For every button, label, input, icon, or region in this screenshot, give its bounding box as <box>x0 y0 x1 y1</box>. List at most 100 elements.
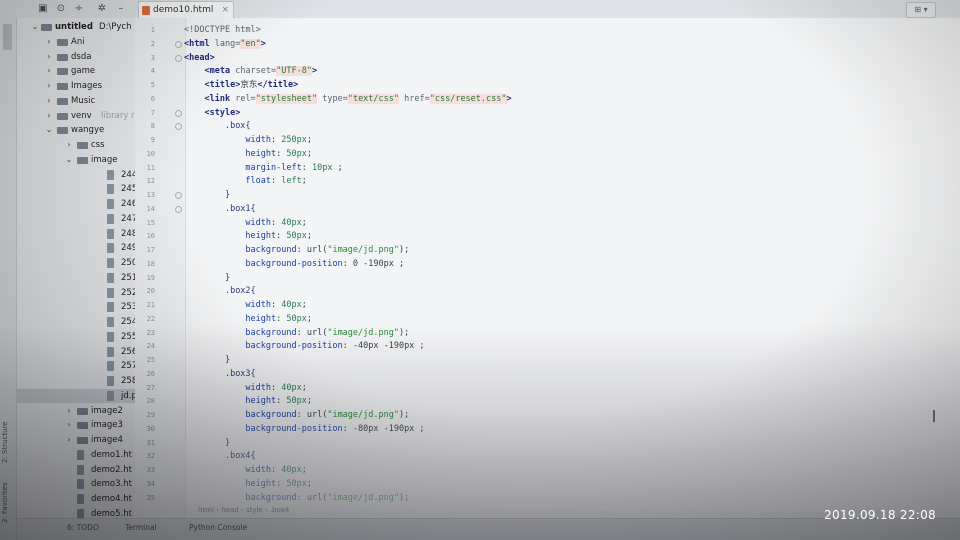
fold-marker-icon[interactable] <box>175 192 182 199</box>
tree-folder[interactable]: › venv library r <box>17 109 135 123</box>
structure-tool-tab[interactable]: 2: Structure <box>1 413 15 463</box>
fold-marker-icon[interactable] <box>175 54 182 62</box>
tree-file[interactable]: demo3.ht <box>17 477 135 491</box>
tree-file[interactable]: demo5.ht <box>17 507 135 518</box>
folder-icon <box>77 142 88 149</box>
gear-icon[interactable]: ✲ <box>95 2 109 16</box>
chevron-right-icon[interactable]: › <box>45 35 53 49</box>
code-line: height: 50px; <box>245 478 312 489</box>
chevron-right-icon[interactable]: › <box>45 64 53 78</box>
chevron-right-icon[interactable]: › <box>65 433 73 447</box>
tree-folder[interactable]: ⌄ image <box>17 153 135 167</box>
code-line: } <box>224 355 231 365</box>
tree-file[interactable]: 258.gi <box>17 374 135 388</box>
chevron-right-icon[interactable]: › <box>65 418 73 432</box>
tree-file[interactable]: 256.gi <box>17 345 135 359</box>
chevron-down-icon: ⌄ <box>31 22 39 31</box>
tree-file[interactable]: 247.gi <box>17 212 135 226</box>
tree-file[interactable]: 253.gi <box>17 300 135 314</box>
tree-item-label: 256.gi <box>121 346 135 357</box>
fold-marker-icon[interactable] <box>175 205 182 213</box>
tree-file[interactable]: 257.gi <box>17 359 135 373</box>
file-icon <box>107 390 114 401</box>
root-label: untitled <box>55 22 93 32</box>
tree-file[interactable]: demo1.ht <box>17 448 135 462</box>
tree-folder[interactable]: ⌄ wangye <box>17 123 135 137</box>
tree-file[interactable]: 251.gi <box>17 271 135 285</box>
code-line: background: url("image/jd.png"); <box>245 245 410 255</box>
tab-todo[interactable]: 6: TODO <box>67 523 99 532</box>
tree-file[interactable]: 249.gi <box>17 241 135 255</box>
tree-file[interactable]: 246.gi <box>17 197 135 211</box>
folder-icon <box>41 24 52 31</box>
code-line: background: url("image/jd.png"); <box>245 410 410 420</box>
left-tool-strip: 2: Structure 2: Favorites <box>0 18 17 540</box>
tree-item-label: dsda <box>71 51 92 62</box>
chevron-right-icon[interactable]: › <box>65 138 73 152</box>
code-line: height: 50px; <box>245 231 312 242</box>
tree-folder[interactable]: › image2 <box>17 404 135 418</box>
fold-marker-icon[interactable] <box>175 40 182 48</box>
tree-file[interactable]: 250.gi <box>17 256 135 270</box>
layout-button[interactable]: ⊞ ▾ <box>906 2 936 18</box>
file-icon <box>77 464 84 475</box>
tree-item-label: css <box>91 140 105 150</box>
file-icon <box>107 184 114 195</box>
chevron-down-icon[interactable]: ⌄ <box>45 123 53 137</box>
chevron-right-icon[interactable]: › <box>45 50 53 64</box>
tree-folder[interactable]: › css <box>17 138 135 152</box>
minimize-icon[interactable]: – <box>114 2 128 16</box>
tree-file[interactable]: 248.gi <box>17 227 135 241</box>
tab-terminal[interactable]: Terminal <box>125 523 157 532</box>
tree-file[interactable]: demo2.ht <box>17 463 135 477</box>
line-number: 13 <box>146 191 155 199</box>
project-tool-tab[interactable] <box>3 24 12 50</box>
code-line: height: 50px; <box>245 396 312 407</box>
tree-file[interactable]: 255.gi <box>17 330 135 344</box>
chevron-right-icon[interactable]: › <box>45 109 53 123</box>
tree-file[interactable]: 254.gi <box>17 315 135 329</box>
line-number: 18 <box>146 259 155 268</box>
tree-file[interactable]: jd.png <box>17 388 135 403</box>
tree-folder[interactable]: › game <box>17 64 135 78</box>
line-number: 12 <box>146 177 155 186</box>
tree-item-label: demo4.ht <box>91 494 132 504</box>
tab-demo10[interactable]: demo10.html × <box>138 1 234 18</box>
fold-marker-icon[interactable] <box>175 109 182 117</box>
tree-root[interactable]: ⌄ untitled D:\Pych <box>17 20 135 34</box>
chevron-right-icon[interactable]: › <box>45 94 53 108</box>
line-number: 3 <box>150 53 155 62</box>
code-line: background-position: -80px -190px ; <box>245 423 425 434</box>
fold-marker-icon[interactable] <box>175 123 182 131</box>
tree-file[interactable]: demo4.ht <box>17 492 135 506</box>
chevron-right-icon[interactable]: › <box>45 79 53 93</box>
tree-file[interactable]: 245.gi <box>17 182 135 196</box>
tree-file[interactable]: 244.gi <box>17 168 135 182</box>
tree-folder[interactable]: › image4 <box>17 433 135 447</box>
close-icon[interactable]: × <box>221 2 229 19</box>
code-line: <link rel="stylesheet" type="text/css" h… <box>204 93 512 104</box>
line-number: 4 <box>150 67 155 76</box>
line-number: 31 <box>146 438 155 447</box>
chevron-right-icon[interactable]: › <box>65 404 73 418</box>
tree-item-label: 255.gi <box>121 331 135 342</box>
tree-folder[interactable]: › Ani <box>17 35 135 49</box>
tree-folder[interactable]: › Music <box>17 94 135 108</box>
chevron-down-icon[interactable]: ⌄ <box>65 153 73 167</box>
file-icon <box>77 508 84 518</box>
breadcrumb[interactable]: html › head › style › .box4 <box>198 506 289 514</box>
tab-python-console[interactable]: Python Console <box>189 523 247 532</box>
collapse-icon[interactable]: ÷ <box>72 2 86 16</box>
tree-folder[interactable]: › image3 <box>17 418 135 432</box>
tree-folder[interactable]: › dsda <box>17 50 135 64</box>
tree-file[interactable]: 252.gi <box>17 286 135 300</box>
favorites-tool-tab[interactable]: 2: Favorites <box>1 473 15 523</box>
code-line: height: 50px; <box>245 313 312 324</box>
project-icon[interactable]: ▣ <box>36 2 50 16</box>
line-number: 19 <box>146 273 155 282</box>
tree-folder[interactable]: › Images <box>17 79 135 93</box>
file-icon <box>107 331 114 342</box>
file-icon <box>107 302 114 313</box>
target-icon[interactable]: ⊙ <box>54 2 68 16</box>
tree-item-label: venv <box>71 110 92 121</box>
